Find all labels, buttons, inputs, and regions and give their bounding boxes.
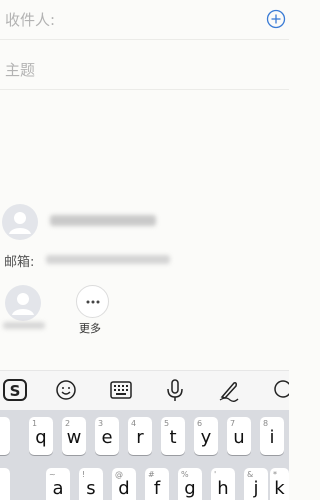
more-button[interactable] xyxy=(76,285,109,318)
sogou-logo-icon[interactable]: S xyxy=(2,377,28,403)
key-u[interactable]: 7 u xyxy=(227,417,251,455)
recipient-row[interactable]: 收件人: xyxy=(0,0,289,40)
ellipsis-icon xyxy=(86,300,100,304)
key-k[interactable]: * k xyxy=(270,468,289,500)
compose-screen: 收件人: 主题 邮箱: 更多 S 1 q 2 w 3 e 4 r 5 t 6 y… xyxy=(0,0,289,500)
key-y[interactable]: 6 y xyxy=(194,417,218,455)
subject-field[interactable]: 主题 xyxy=(0,46,289,90)
key-w[interactable]: 2 w xyxy=(62,417,86,455)
recent-contact-name-redacted xyxy=(3,322,45,329)
microphone-icon[interactable] xyxy=(162,377,188,403)
svg-text:S: S xyxy=(10,382,21,400)
soft-keyboard: 1 1 q 2 w 3 e 4 r 5 t xyxy=(0,410,289,500)
key-d[interactable]: @ d xyxy=(112,468,136,500)
more-label: 更多 xyxy=(79,322,101,335)
key-s[interactable]: ! s xyxy=(79,468,103,500)
key-j[interactable]: & j xyxy=(244,468,268,500)
keyboard-icon[interactable] xyxy=(108,377,134,403)
key-tab[interactable]: 1 xyxy=(0,417,10,455)
key-r[interactable]: 4 r xyxy=(128,417,152,455)
handwriting-icon[interactable] xyxy=(216,377,242,403)
emoji-icon[interactable] xyxy=(53,377,79,403)
recipient-label: 收件人: xyxy=(5,11,56,29)
email-label: 邮箱: xyxy=(4,255,35,270)
key-h[interactable]: ' h xyxy=(211,468,235,500)
key-a[interactable]: ~ a xyxy=(46,468,70,500)
add-recipient-icon[interactable] xyxy=(266,9,286,29)
key-g[interactable]: % g xyxy=(178,468,202,500)
subject-placeholder: 主题 xyxy=(5,61,36,79)
key-f[interactable]: # f xyxy=(145,468,169,500)
email-address-redacted xyxy=(46,255,170,264)
keyboard-toolbar: S xyxy=(0,370,289,410)
key-t[interactable]: 5 t xyxy=(161,417,185,455)
contact-avatar[interactable] xyxy=(2,204,38,240)
key-caps[interactable] xyxy=(0,468,10,500)
key-i[interactable]: 8 i xyxy=(260,417,284,455)
search-icon[interactable] xyxy=(270,377,289,403)
contact-name-redacted xyxy=(50,215,156,226)
recent-contact-avatar[interactable] xyxy=(5,285,41,321)
key-q[interactable]: 1 q xyxy=(29,417,53,455)
key-e[interactable]: 3 e xyxy=(95,417,119,455)
